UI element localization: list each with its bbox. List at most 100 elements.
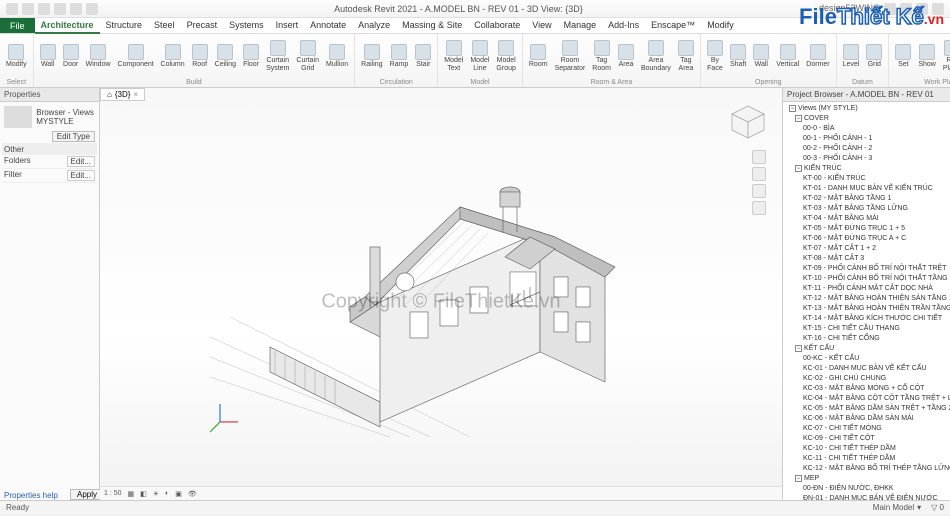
tree-node[interactable]: −KIẾN TRÚC bbox=[785, 164, 948, 174]
tool-grid[interactable]: Grid bbox=[864, 43, 884, 70]
tab-collaborate[interactable]: Collaborate bbox=[468, 18, 526, 34]
tree-node[interactable]: KT-06 - MẶT ĐỨNG TRỤC A + C bbox=[785, 234, 948, 244]
tool-area-boundary[interactable]: Area Boundary bbox=[639, 39, 673, 74]
tool-wall[interactable]: Wall bbox=[38, 43, 58, 70]
filter-icon[interactable]: ▽ 0 bbox=[931, 503, 944, 512]
tree-node[interactable]: KT-03 - MẶT BẰNG TẦNG LỬNG bbox=[785, 204, 948, 214]
expand-icon[interactable]: − bbox=[795, 115, 802, 122]
tab-massing-site[interactable]: Massing & Site bbox=[396, 18, 468, 34]
redo-icon[interactable] bbox=[70, 3, 82, 15]
tool-dormer[interactable]: Dormer bbox=[804, 43, 831, 70]
tab-modify[interactable]: Modify bbox=[701, 18, 740, 34]
orbit-icon[interactable] bbox=[752, 201, 766, 215]
tab-precast[interactable]: Precast bbox=[181, 18, 224, 34]
tree-node[interactable]: 00-2 - PHỐI CẢNH - 2 bbox=[785, 144, 948, 154]
tool-floor[interactable]: Floor bbox=[241, 43, 261, 70]
crop-icon[interactable]: ▣ bbox=[175, 490, 182, 498]
tool-tag-room[interactable]: Tag Room bbox=[590, 39, 613, 74]
tree-node[interactable]: KT-07 - MẶT CẮT 1 + 2 bbox=[785, 244, 948, 254]
expand-icon[interactable]: − bbox=[795, 475, 802, 482]
tab-steel[interactable]: Steel bbox=[148, 18, 181, 34]
tab-manage[interactable]: Manage bbox=[558, 18, 603, 34]
tool-by-face[interactable]: By Face bbox=[705, 39, 725, 74]
view-cube[interactable] bbox=[726, 100, 770, 144]
tree-node[interactable]: KC-05 - MẶT BẰNG DẦM SÀN TRỆT + TẦNG 2 bbox=[785, 404, 948, 414]
tool-shaft[interactable]: Shaft bbox=[728, 43, 748, 70]
tab-systems[interactable]: Systems bbox=[223, 18, 270, 34]
tab-analyze[interactable]: Analyze bbox=[352, 18, 396, 34]
tool-column[interactable]: Column bbox=[159, 43, 187, 70]
tree-node[interactable]: KT-09 - PHỐI CẢNH BỐ TRÍ NỘI THẤT TRỆT bbox=[785, 264, 948, 274]
tab-view[interactable]: View bbox=[526, 18, 557, 34]
open-icon[interactable] bbox=[22, 3, 34, 15]
tool-level[interactable]: Level bbox=[841, 43, 862, 70]
tree-node[interactable]: KT-12 - MẶT BẰNG HOÀN THIỆN SÀN TẦNG 1 +… bbox=[785, 294, 948, 304]
tool-mullion[interactable]: Mullion bbox=[324, 43, 350, 70]
tool-curtain-system[interactable]: Curtain System bbox=[264, 39, 291, 74]
tool-show[interactable]: Show bbox=[916, 43, 938, 70]
expand-icon[interactable]: − bbox=[795, 345, 802, 352]
tree-node[interactable]: KC-04 - MẶT BẰNG CỘT CỘT TẦNG TRỆT + LỬN… bbox=[785, 394, 948, 404]
close-view-icon[interactable]: × bbox=[133, 90, 138, 99]
tree-node[interactable]: KT-02 - MẶT BẰNG TẦNG 1 bbox=[785, 194, 948, 204]
steering-wheel-icon[interactable] bbox=[752, 150, 766, 164]
tree-node[interactable]: 00-KC - KẾT CẤU bbox=[785, 354, 948, 364]
tab-insert[interactable]: Insert bbox=[270, 18, 305, 34]
tree-node[interactable]: −MEP bbox=[785, 474, 948, 484]
view-tab-3d[interactable]: ⌂{3D}× bbox=[100, 88, 145, 101]
tool-area[interactable]: Area bbox=[616, 43, 636, 70]
tree-node[interactable]: KC-01 - DANH MỤC BẢN VẼ KẾT CẤU bbox=[785, 364, 948, 374]
tree-node[interactable]: KT-11 - PHỐI CẢNH MẶT CẮT DỌC NHÀ bbox=[785, 284, 948, 294]
tool-vertical[interactable]: Vertical bbox=[774, 43, 801, 70]
help-icon[interactable] bbox=[884, 3, 896, 15]
tree-node[interactable]: KT-14 - MẶT BẰNG KÍCH THƯỚC CHI TIẾT bbox=[785, 314, 948, 324]
tab-enscape-[interactable]: Enscape™ bbox=[645, 18, 701, 34]
tree-node[interactable]: KC-07 - CHI TIẾT MÓNG bbox=[785, 424, 948, 434]
visual-style-icon[interactable]: ◧ bbox=[140, 490, 147, 498]
tree-node[interactable]: KT-04 - MẶT BẰNG MÁI bbox=[785, 214, 948, 224]
shadows-icon[interactable]: ◐ bbox=[165, 490, 169, 497]
tree-node[interactable]: −COVER bbox=[785, 114, 948, 124]
property-row[interactable]: FoldersEdit... bbox=[2, 155, 97, 169]
tree-node[interactable]: KC-06 - MẶT BẰNG DẦM SÀN MÁI bbox=[785, 414, 948, 424]
tree-node[interactable]: 00-3 - PHỐI CẢNH - 3 bbox=[785, 154, 948, 164]
tool-wall[interactable]: Wall bbox=[751, 43, 771, 70]
scale-selector[interactable]: 1 : 50 bbox=[104, 490, 122, 497]
tree-node[interactable]: KC-02 - GHI CHÚ CHUNG bbox=[785, 374, 948, 384]
property-row[interactable]: FilterEdit... bbox=[2, 169, 97, 183]
tool-modify[interactable]: Modify bbox=[4, 43, 29, 70]
tree-node[interactable]: KT-15 - CHI TIẾT CẦU THANG bbox=[785, 324, 948, 334]
expand-icon[interactable]: − bbox=[795, 165, 802, 172]
tab-annotate[interactable]: Annotate bbox=[304, 18, 352, 34]
tree-node[interactable]: 00-0 - BÌA bbox=[785, 124, 948, 134]
apply-button[interactable]: Apply bbox=[70, 489, 104, 500]
maximize-icon[interactable] bbox=[916, 3, 928, 15]
save-icon[interactable] bbox=[38, 3, 50, 15]
tool-model-text[interactable]: Model Text bbox=[442, 39, 465, 74]
tab-architecture[interactable]: Architecture bbox=[35, 18, 100, 34]
zoom-icon[interactable] bbox=[752, 184, 766, 198]
tree-node[interactable]: KT-00 - KIẾN TRÚC bbox=[785, 174, 948, 184]
tree-node[interactable]: −KẾT CẤU bbox=[785, 344, 948, 354]
pan-icon[interactable] bbox=[752, 167, 766, 181]
tool-window[interactable]: Window bbox=[84, 43, 113, 70]
tree-node[interactable]: KC-03 - MẶT BẰNG MÓNG + CỔ CỘT bbox=[785, 384, 948, 394]
detail-level-icon[interactable]: ▦ bbox=[128, 490, 135, 498]
tool-railing[interactable]: Railing bbox=[359, 43, 384, 70]
tree-node[interactable]: 00-ĐN - ĐIỆN NƯỚC, ĐHKK bbox=[785, 484, 948, 494]
minimize-icon[interactable] bbox=[900, 3, 912, 15]
tree-node[interactable]: KC-12 - MẶT BẰNG BỐ TRÍ THÉP TẦNG LỬNG +… bbox=[785, 464, 948, 474]
tree-node[interactable]: KC-09 - CHI TIẾT CỘT bbox=[785, 434, 948, 444]
tree-node[interactable]: ĐN-01 - DANH MỤC BẢN VẼ ĐIỆN NƯỚC bbox=[785, 494, 948, 500]
tree-node[interactable]: KT-16 - CHI TIẾT CỔNG bbox=[785, 334, 948, 344]
main-model-selector[interactable]: Main Model ▾ bbox=[873, 503, 921, 512]
sun-path-icon[interactable]: ☀ bbox=[153, 490, 159, 498]
close-icon[interactable] bbox=[932, 3, 944, 15]
tree-node[interactable]: −Views (MY STYLE) bbox=[785, 104, 948, 114]
tool-room[interactable]: Room bbox=[527, 43, 550, 70]
tool-tag-area[interactable]: Tag Area bbox=[676, 39, 696, 74]
tree-node[interactable]: KC-10 - CHI TIẾT THÉP DẦM bbox=[785, 444, 948, 454]
tool-room-separator[interactable]: Room Separator bbox=[553, 39, 588, 74]
tool-ceiling[interactable]: Ceiling bbox=[213, 43, 238, 70]
undo-icon[interactable] bbox=[54, 3, 66, 15]
